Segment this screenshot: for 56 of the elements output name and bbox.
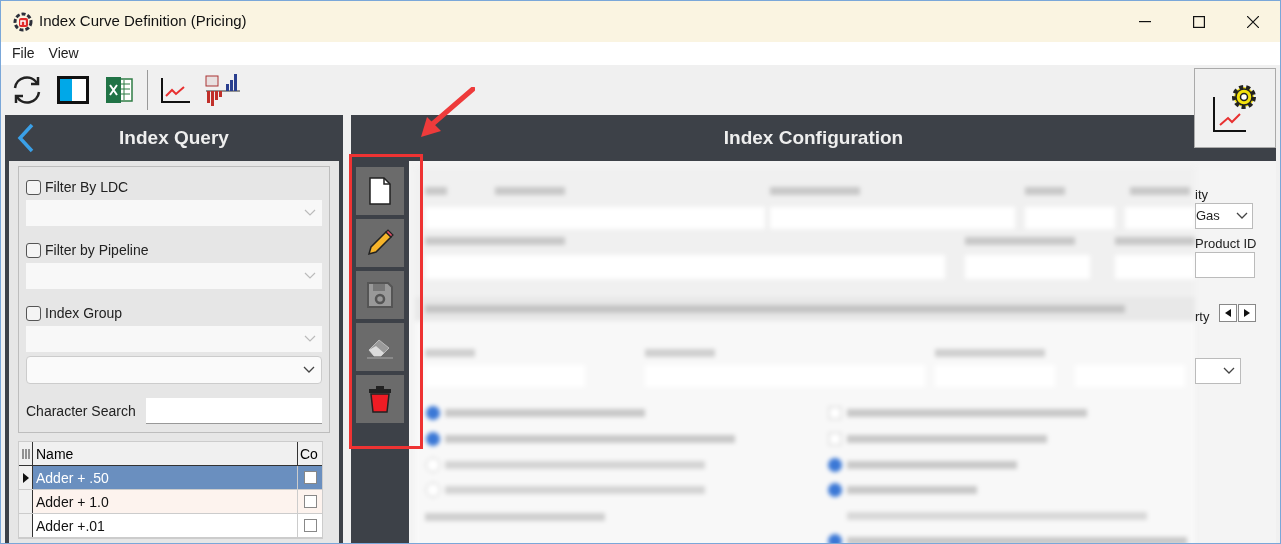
table-cell: Adder + .50 [33, 466, 298, 489]
checkbox[interactable] [26, 180, 41, 195]
new-document-button[interactable] [356, 167, 404, 215]
right-triangle-icon [1244, 309, 1250, 317]
grid-row[interactable]: Adder + 1.0 [19, 490, 322, 514]
field-label: ity [1195, 186, 1208, 204]
checkbox-label: Filter by Pipeline [45, 241, 149, 260]
edit-pencil-button[interactable] [356, 219, 404, 267]
panel-title: Index Configuration [723, 125, 904, 150]
annotation-arrow [419, 87, 475, 139]
chevron-down-icon [1223, 367, 1235, 375]
chevron-down-icon [304, 272, 316, 280]
checkbox[interactable] [303, 471, 317, 484]
close-icon [1247, 15, 1259, 28]
delete-button[interactable] [356, 375, 404, 423]
row-header [19, 514, 33, 537]
panel-title: Index Query [119, 125, 229, 150]
window-title: Index Curve Definition (Pricing) [39, 11, 247, 32]
commodity-dropdown[interactable]: Gas [1195, 203, 1253, 229]
maximize-icon [1193, 15, 1205, 28]
table-cell: Adder + 1.0 [33, 490, 298, 513]
trash-icon [367, 384, 393, 414]
checkbox[interactable] [303, 495, 317, 508]
chevron-down-icon [303, 366, 315, 374]
product-id-field[interactable] [1195, 252, 1255, 278]
chevron-down-icon [304, 335, 316, 343]
menu-item[interactable]: File [7, 43, 40, 64]
search-field[interactable] [145, 398, 322, 424]
checkbox[interactable] [303, 519, 317, 532]
scroll-right-button[interactable] [1238, 304, 1256, 322]
grid-row[interactable]: Adder +.01 [19, 514, 322, 538]
tab[interactable]: rty [1195, 307, 1210, 327]
chevron-down-icon [304, 209, 316, 217]
checkbox-label: Filter By LDC [45, 178, 129, 197]
chart-settings-button[interactable] [1194, 68, 1276, 148]
search-label: Character Search [26, 401, 136, 421]
app-logo-icon [13, 11, 33, 32]
chevron-down-icon [1236, 212, 1248, 220]
row-header [19, 490, 33, 513]
eraser-button[interactable] [356, 323, 404, 371]
row-indicator-icon [22, 472, 29, 483]
minimize-icon [1139, 20, 1151, 23]
column-header: Name [33, 442, 298, 465]
document-icon [368, 176, 392, 206]
date-dropdown[interactable] [1195, 358, 1241, 384]
field-label: Product ID [1195, 235, 1257, 253]
menu-item[interactable]: View [43, 43, 84, 64]
bar-chart-icon[interactable] [204, 72, 240, 108]
checkbox-label: Index Group [45, 304, 123, 323]
left-triangle-icon [1225, 309, 1231, 317]
table-cell: Adder +.01 [33, 514, 298, 537]
scroll-left-button[interactable] [1219, 304, 1237, 322]
column-header: Co [299, 445, 319, 464]
checkbox[interactable] [26, 243, 41, 258]
checkbox[interactable] [26, 306, 41, 321]
pencil-icon [365, 228, 395, 258]
